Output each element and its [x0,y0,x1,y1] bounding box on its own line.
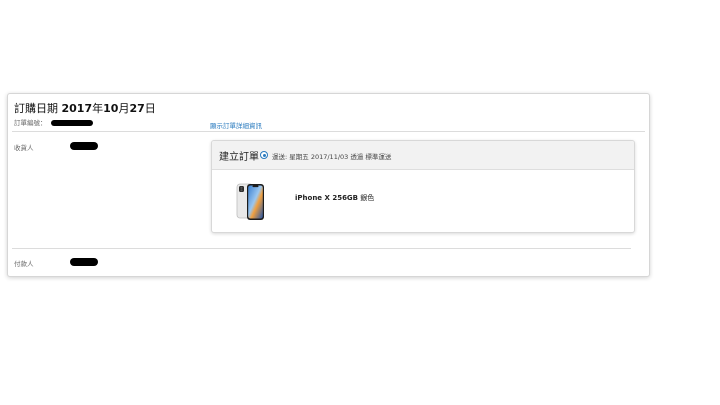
divider [12,131,645,132]
order-date-year-unit: 年 [92,102,104,115]
order-date-year: 2017 [61,102,93,115]
order-card: 訂購日期 2017年10月27日 訂單編號： 顯示訂單詳細資訊 收貨人 建立訂單… [7,93,650,277]
order-date-month: 10 [103,102,119,115]
payer-label: 付款人 [14,260,34,268]
order-date-month-unit: 月 [118,102,130,115]
payer-redaction [70,258,98,266]
order-date: 訂購日期 2017年10月27日 [14,100,156,116]
shipping-info: 運送: 星期五 2017/11/03 透過 標準運送 [272,153,392,161]
divider [12,248,631,249]
order-number: 訂單編號： [14,117,93,127]
shipment-header: 建立訂單 運送: 星期五 2017/11/03 透過 標準運送 [212,141,634,170]
shipment-panel: 建立訂單 運送: 星期五 2017/11/03 透過 標準運送 iPhone X… [211,140,635,233]
product-color: 銀色 [358,194,375,202]
order-date-prefix: 訂購日期 [14,102,62,115]
iphone-x-icon [236,183,264,220]
recipient-label: 收貨人 [14,144,34,152]
order-date-day-unit: 日 [144,102,156,115]
recipient-redaction [70,142,98,150]
shipment-status: 建立訂單 [219,152,259,163]
show-order-details-link[interactable]: 顯示訂單詳細資訊 [210,120,262,130]
order-date-day: 27 [129,102,145,115]
order-number-redaction [50,120,93,126]
order-number-label: 訂單編號： [14,119,47,127]
status-radio-icon [260,151,268,159]
product-model: iPhone X 256GB [295,194,359,202]
product-name: iPhone X 256GB 銀色 [295,193,374,203]
